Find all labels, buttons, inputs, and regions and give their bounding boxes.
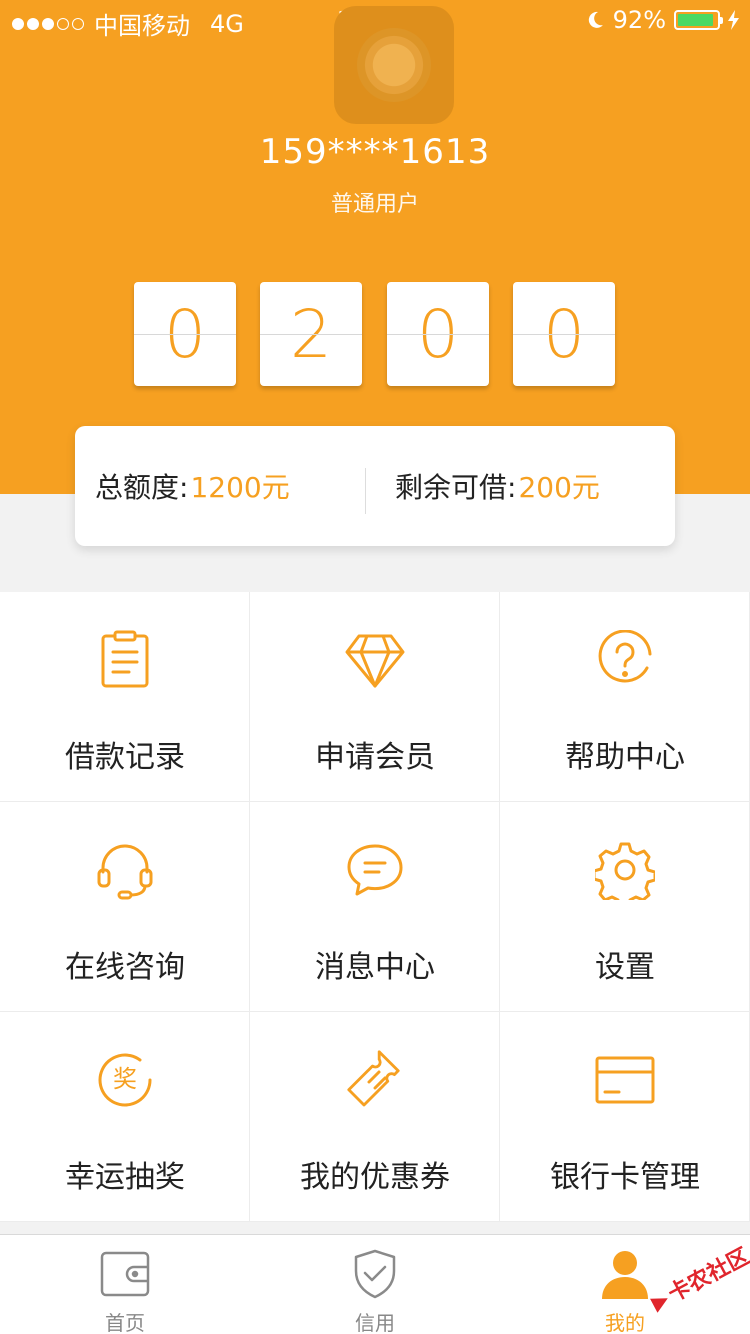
menu-my-coupons[interactable]: 我的优惠券 bbox=[250, 1012, 500, 1222]
digit-card: 0 bbox=[513, 282, 615, 386]
tab-label: 首页 bbox=[105, 1311, 145, 1334]
remaining-credit: 剩余可借: 200元 bbox=[395, 426, 600, 546]
menu-label: 银行卡管理 bbox=[550, 1160, 700, 1195]
headset-icon bbox=[97, 844, 153, 900]
menu-label: 在线咨询 bbox=[65, 950, 185, 985]
menu-help-center[interactable]: 帮助中心 bbox=[500, 592, 750, 802]
menu-message-center[interactable]: 消息中心 bbox=[250, 802, 500, 1012]
menu-apply-member[interactable]: 申请会员 bbox=[250, 592, 500, 802]
total-credit-value: 1200元 bbox=[190, 471, 290, 504]
lottery-icon-char: 奖 bbox=[113, 1065, 137, 1093]
tab-bar: 首页 信用 我的 bbox=[0, 1234, 750, 1334]
menu-grid: 借款记录 申请会员 帮助中心 在线咨询 消息中心 设置 奖 幸运抽奖 我的优惠券… bbox=[0, 592, 750, 1222]
digit-card: 2 bbox=[260, 282, 362, 386]
menu-loan-records[interactable]: 借款记录 bbox=[0, 592, 250, 802]
digit-card: 0 bbox=[134, 282, 236, 386]
total-credit-label: 总额度: bbox=[95, 471, 189, 504]
menu-bank-cards[interactable]: 银行卡管理 bbox=[500, 1012, 750, 1222]
bank-card-icon bbox=[595, 1056, 655, 1104]
user-phone: 159****1613 bbox=[259, 132, 491, 172]
menu-label: 帮助中心 bbox=[565, 740, 685, 775]
gear-icon bbox=[595, 842, 655, 900]
menu-settings[interactable]: 设置 bbox=[500, 802, 750, 1012]
menu-label: 我的优惠券 bbox=[300, 1160, 450, 1195]
menu-online-consult[interactable]: 在线咨询 bbox=[0, 802, 250, 1012]
user-role: 普通用户 bbox=[330, 192, 419, 217]
digit-card: 0 bbox=[387, 282, 489, 386]
menu-lucky-draw[interactable]: 奖 幸运抽奖 bbox=[0, 1012, 250, 1222]
question-circle-icon bbox=[598, 630, 652, 683]
person-icon bbox=[602, 1251, 648, 1299]
summary-divider bbox=[365, 468, 366, 514]
battery-level bbox=[678, 14, 713, 26]
moon-icon bbox=[588, 11, 603, 28]
lottery-icon: 奖 bbox=[98, 1053, 152, 1107]
avatar[interactable] bbox=[334, 6, 454, 124]
menu-label: 消息中心 bbox=[315, 950, 435, 985]
menu-label: 申请会员 bbox=[315, 740, 435, 775]
wallet-icon bbox=[100, 1251, 150, 1297]
shield-check-icon bbox=[354, 1249, 396, 1299]
tab-label: 信用 bbox=[355, 1311, 395, 1334]
clipboard-icon bbox=[101, 630, 149, 688]
menu-label: 设置 bbox=[595, 950, 655, 985]
avatar-image bbox=[357, 28, 431, 102]
chat-bubble-icon bbox=[347, 844, 403, 896]
status-right: 92% bbox=[585, 6, 740, 34]
tab-credit[interactable]: 信用 bbox=[250, 1235, 500, 1334]
credit-summary-card: 总额度: 1200元 剩余可借: 200元 bbox=[75, 426, 675, 546]
charging-icon bbox=[728, 10, 739, 30]
total-credit: 总额度: 1200元 bbox=[95, 426, 290, 546]
remaining-credit-label: 剩余可借: bbox=[395, 471, 517, 504]
coupon-icon bbox=[347, 1050, 400, 1107]
tab-home[interactable]: 首页 bbox=[0, 1235, 250, 1334]
remaining-credit-value: 200元 bbox=[518, 471, 600, 504]
menu-label: 幸运抽奖 bbox=[65, 1160, 185, 1195]
menu-label: 借款记录 bbox=[65, 740, 185, 775]
battery-percent: 92% bbox=[612, 6, 666, 34]
tab-label: 我的 bbox=[605, 1311, 645, 1334]
diamond-icon bbox=[345, 634, 405, 688]
available-amount-digits: 0 2 0 0 bbox=[134, 282, 616, 386]
battery-icon bbox=[674, 10, 723, 30]
